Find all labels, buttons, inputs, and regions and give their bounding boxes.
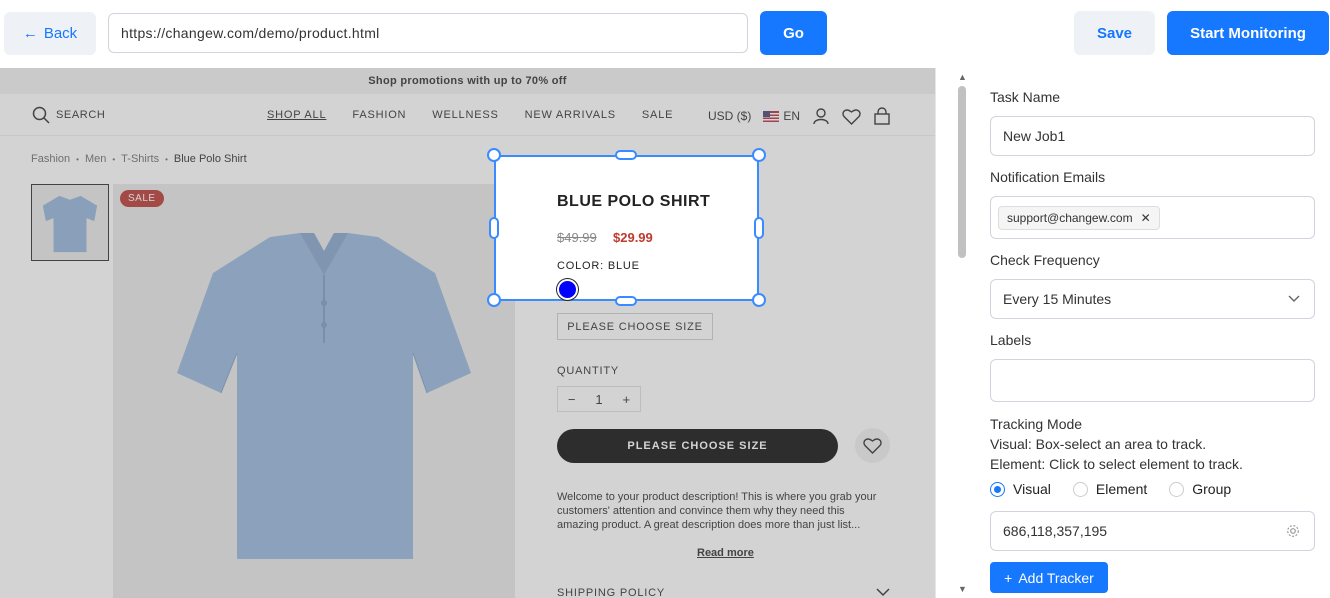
email-tag: support@changew.com ✕ <box>998 205 1160 230</box>
color-label: COLOR: BLUE <box>557 260 640 272</box>
radio-group[interactable]: Group <box>1169 481 1231 497</box>
tracking-help-element: Element: Click to select element to trac… <box>990 456 1243 472</box>
radio-group-circle[interactable] <box>1169 481 1185 497</box>
add-tracker-label: Add Tracker <box>1018 569 1094 586</box>
selection-box[interactable]: BLUE POLO SHIRT $49.99 $29.99 COLOR: BLU… <box>494 155 759 301</box>
page-preview[interactable]: Shop promotions with up to 70% off SEARC… <box>0 68 935 598</box>
task-name-input[interactable]: New Job1 <box>990 116 1315 156</box>
check-frequency-label: Check Frequency <box>990 252 1100 268</box>
tracking-help-visual: Visual: Box-select an area to track. <box>990 436 1206 452</box>
scrollbar-thumb[interactable] <box>958 86 966 258</box>
resize-handle-bottom-right[interactable] <box>752 293 766 307</box>
resize-handle-bottom[interactable] <box>615 296 637 306</box>
labels-label: Labels <box>990 332 1032 348</box>
plus-icon: + <box>1004 569 1013 586</box>
tracking-mode-label: Tracking Mode <box>990 416 1083 432</box>
sale-price: $29.99 <box>613 230 653 245</box>
radio-element-label: Element <box>1095 481 1148 497</box>
selection-overlay-dim <box>0 68 935 598</box>
selection-coords-input[interactable]: 686,118,357,195 <box>990 511 1315 551</box>
resize-handle-top-left[interactable] <box>487 148 501 162</box>
help-element-key: Element: <box>990 456 1046 472</box>
product-title: BLUE POLO SHIRT <box>557 193 711 210</box>
help-element-text: Click to select element to track. <box>1049 456 1243 472</box>
selection-coords-value: 686,118,357,195 <box>1003 523 1108 539</box>
back-button[interactable]: ← Back <box>4 12 96 55</box>
help-visual-text: Box-select an area to track. <box>1035 436 1207 452</box>
color-swatch-blue[interactable] <box>557 279 578 300</box>
chevron-down-icon <box>1288 295 1300 302</box>
radio-element-circle[interactable] <box>1072 481 1088 497</box>
check-frequency-select[interactable]: Every 15 Minutes <box>990 279 1315 319</box>
old-price: $49.99 <box>557 230 597 245</box>
labels-input[interactable] <box>990 359 1315 402</box>
resize-handle-top[interactable] <box>615 150 637 160</box>
resize-handle-top-right[interactable] <box>752 148 766 162</box>
notification-emails-label: Notification Emails <box>990 169 1106 185</box>
settings-panel: ▲ ▼ Task Name New Job1 Notification Emai… <box>935 68 1330 598</box>
toolbar: ← Back Go Save Start Monitoring <box>0 0 1330 68</box>
resize-handle-right[interactable] <box>754 217 764 239</box>
scroll-up-arrow-icon[interactable]: ▲ <box>958 72 967 82</box>
go-button[interactable]: Go <box>760 11 827 55</box>
radio-visual-circle[interactable] <box>990 481 1005 497</box>
arrow-left-icon: ← <box>22 25 38 42</box>
tracking-mode-radio-group: Visual Element Group <box>990 481 1231 497</box>
help-visual-key: Visual: <box>990 436 1032 452</box>
notification-emails-input[interactable]: support@changew.com ✕ <box>990 196 1315 239</box>
radio-group-label: Group <box>1192 481 1232 497</box>
check-frequency-value: Every 15 Minutes <box>1003 291 1112 307</box>
resize-handle-bottom-left[interactable] <box>487 293 501 307</box>
add-tracker-button[interactable]: + Add Tracker <box>990 562 1108 593</box>
task-name-value: New Job1 <box>1003 128 1066 144</box>
resize-handle-left[interactable] <box>489 217 499 239</box>
email-tag-text: support@changew.com <box>1007 210 1133 225</box>
task-name-label: Task Name <box>990 89 1061 105</box>
start-monitoring-button[interactable]: Start Monitoring <box>1167 11 1329 55</box>
url-input[interactable] <box>108 13 748 53</box>
gear-icon[interactable] <box>1286 524 1300 538</box>
save-button[interactable]: Save <box>1074 11 1155 55</box>
back-button-label: Back <box>43 25 78 42</box>
radio-element[interactable]: Element <box>1072 481 1148 497</box>
radio-visual-label: Visual <box>1013 481 1051 497</box>
close-icon[interactable]: ✕ <box>1141 211 1151 225</box>
radio-visual[interactable]: Visual <box>990 481 1051 497</box>
scroll-down-arrow-icon[interactable]: ▼ <box>958 584 967 594</box>
